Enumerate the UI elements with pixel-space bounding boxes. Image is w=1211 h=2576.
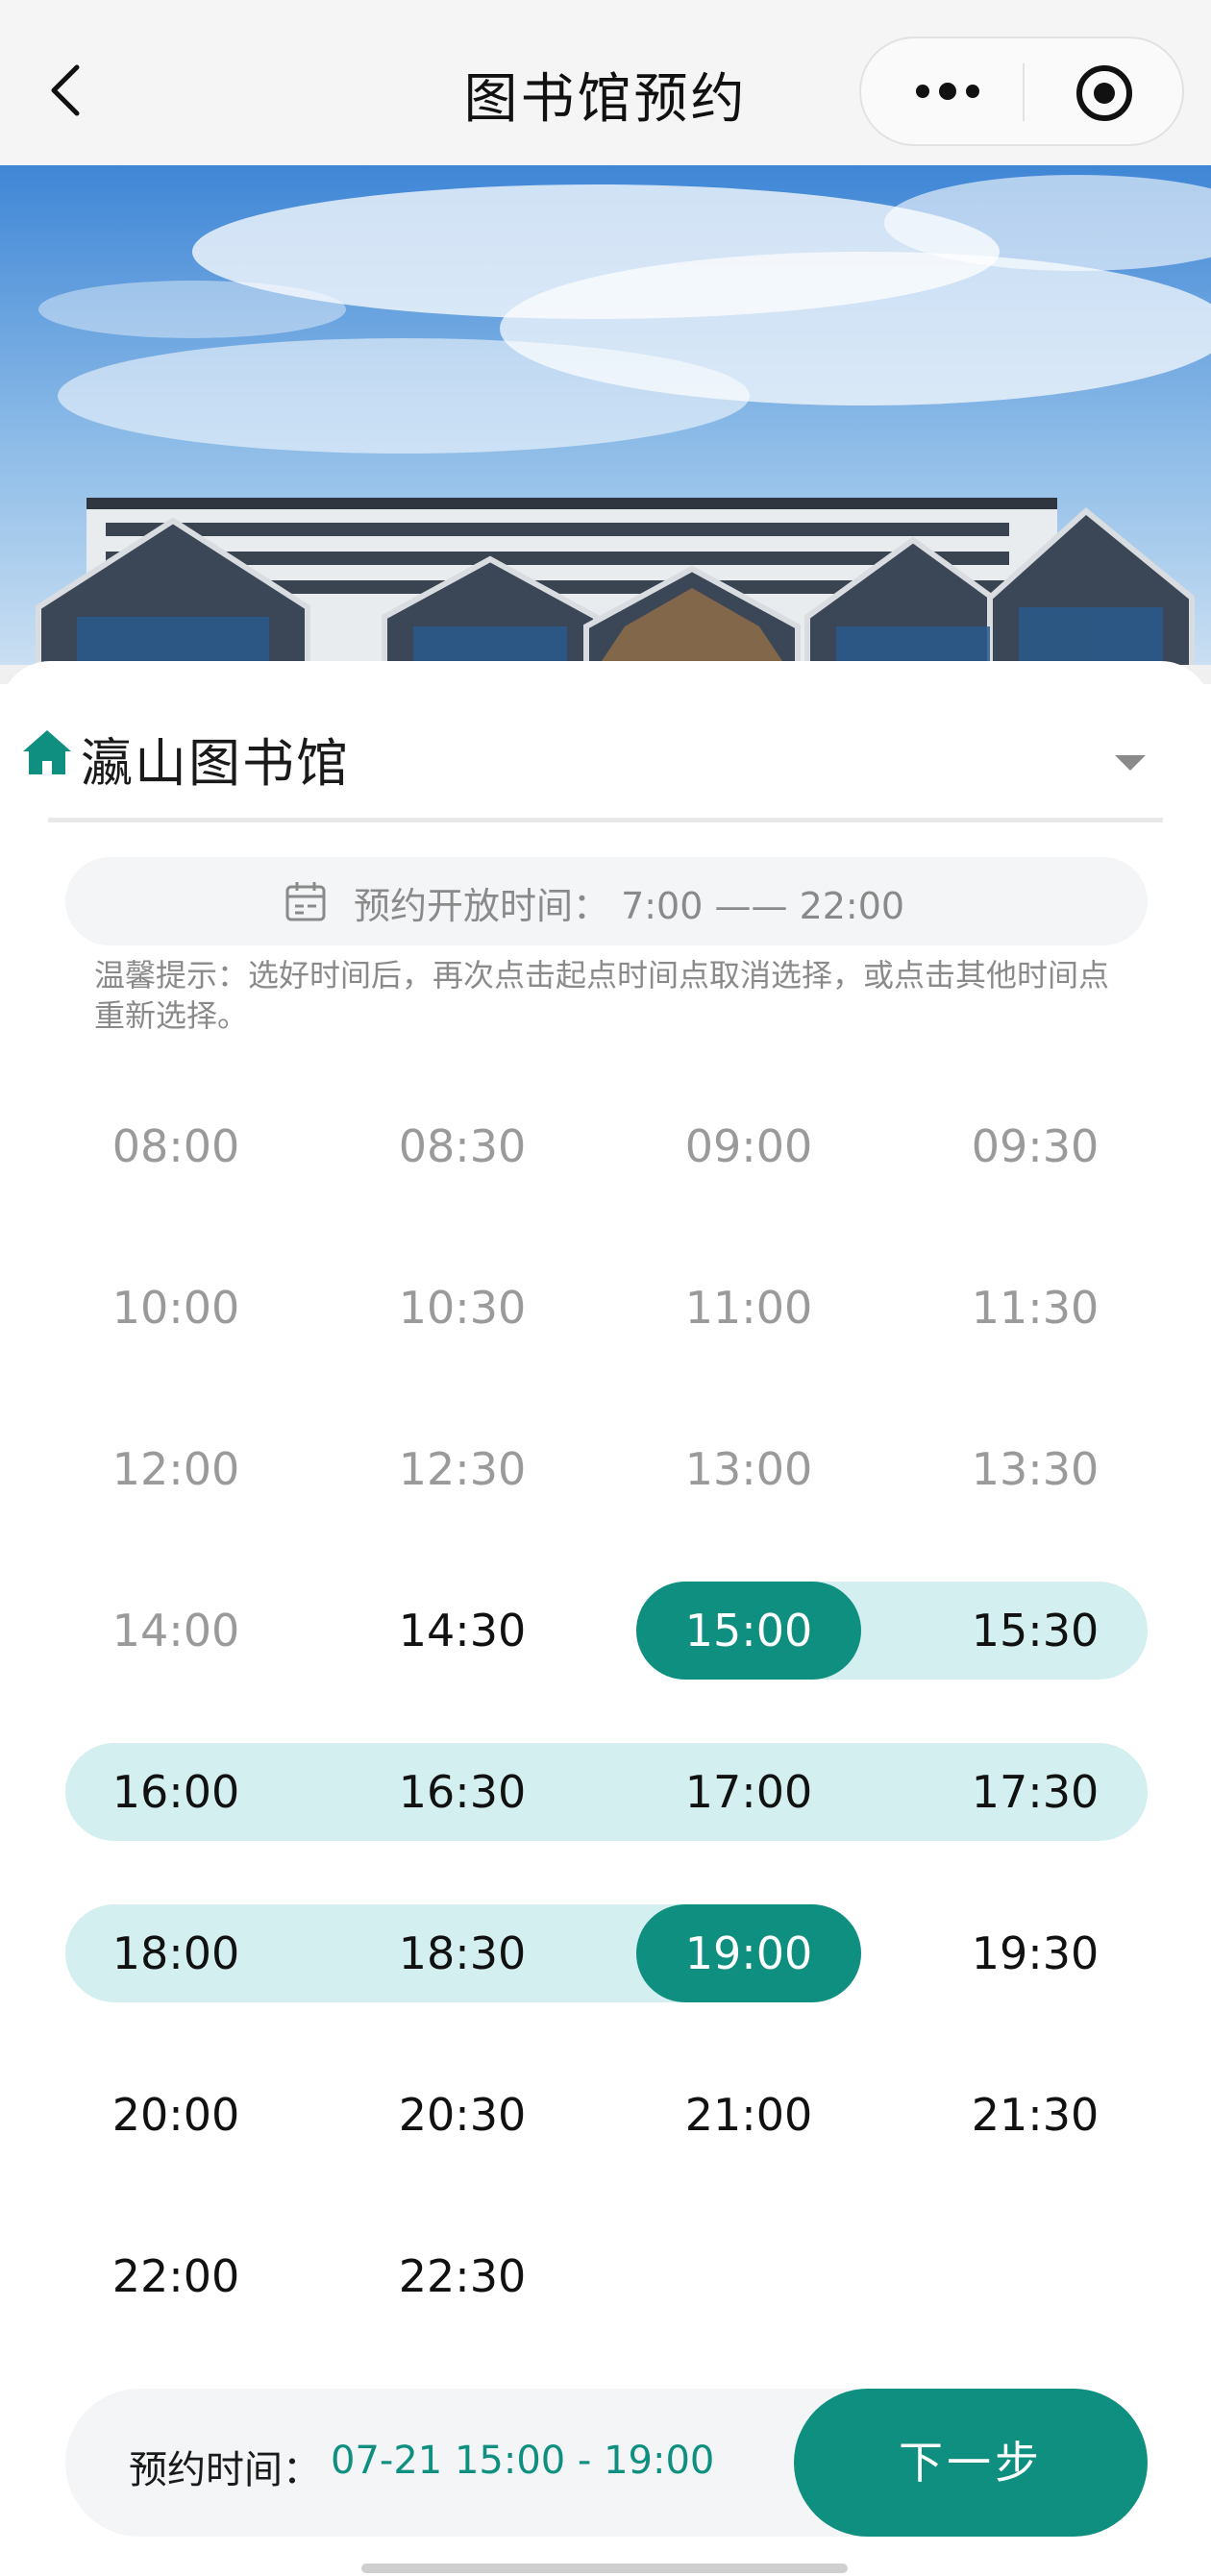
reservation-time-value: 07-21 15:00 - 19:00	[331, 2439, 715, 2483]
time-slot: 11:30	[971, 1282, 1100, 1334]
time-slot[interactable]: 20:30	[350, 2066, 575, 2164]
time-slot[interactable]: 17:30	[923, 1743, 1148, 1841]
close-miniprogram-icon[interactable]	[1075, 63, 1134, 123]
time-slot: 10:00	[111, 1282, 240, 1334]
time-slot-end[interactable]: 19:00	[636, 1904, 861, 2002]
time-slot[interactable]: 17:00	[636, 1743, 861, 1841]
time-slot[interactable]: 20:00	[63, 2066, 288, 2164]
calendar-icon	[285, 882, 326, 921]
time-slot: 13:00	[684, 1443, 813, 1495]
time-slot[interactable]: 18:00	[63, 1904, 288, 2002]
time-slot[interactable]: 14:30	[350, 1582, 575, 1680]
reservation-time-label: 预约时间：	[129, 2448, 321, 2492]
time-slot: 14:00	[111, 1605, 240, 1656]
home-icon	[23, 730, 71, 774]
time-slot: 13:30	[971, 1443, 1100, 1495]
time-slot: 09:00	[684, 1120, 813, 1172]
time-slot: 09:30	[971, 1120, 1100, 1172]
reservation-summary-bar: 预约时间： 07-21 15:00 - 19:00 下一步	[65, 2389, 1148, 2537]
time-slot[interactable]: 15:30	[923, 1582, 1148, 1680]
time-slot[interactable]: 22:00	[63, 2227, 288, 2325]
home-indicator	[361, 2564, 848, 2573]
opening-hours-banner: 预约开放时间： 7:00 —— 22:00	[65, 857, 1148, 945]
time-slot[interactable]: 16:30	[350, 1743, 575, 1841]
selection-tip: 温馨提示：选好时间后，再次点击起点时间点取消选择，或点击其他时间点重新选择。	[94, 957, 1110, 1034]
time-slot: 08:00	[111, 1120, 240, 1172]
time-slot[interactable]: 18:30	[350, 1904, 575, 2002]
time-slot: 11:00	[684, 1282, 813, 1334]
dropdown-triangle-icon[interactable]	[1115, 753, 1146, 773]
library-name[interactable]: 瀛山图书馆	[81, 721, 350, 797]
navigation-bar: 图书馆预约	[0, 0, 1211, 165]
time-slot: 12:30	[398, 1443, 527, 1495]
time-slot-start[interactable]: 15:00	[636, 1582, 861, 1680]
library-banner-image	[0, 165, 1211, 684]
time-slot[interactable]: 21:30	[923, 2066, 1148, 2164]
time-slot[interactable]: 19:30	[923, 1904, 1148, 2002]
time-slot: 12:00	[111, 1443, 240, 1495]
capsule-divider	[1023, 63, 1025, 121]
time-slot: 08:30	[398, 1120, 527, 1172]
time-slot[interactable]: 21:00	[636, 2066, 861, 2164]
next-step-button[interactable]: 下一步	[794, 2389, 1148, 2537]
time-slot[interactable]: 16:00	[63, 1743, 288, 1841]
time-slot: 10:30	[398, 1282, 527, 1334]
time-slot[interactable]: 22:30	[350, 2227, 575, 2325]
opening-hours-text: 预约开放时间： 7:00 —— 22:00	[354, 885, 905, 927]
mini-program-capsule	[859, 37, 1184, 146]
more-icon[interactable]	[909, 70, 986, 112]
